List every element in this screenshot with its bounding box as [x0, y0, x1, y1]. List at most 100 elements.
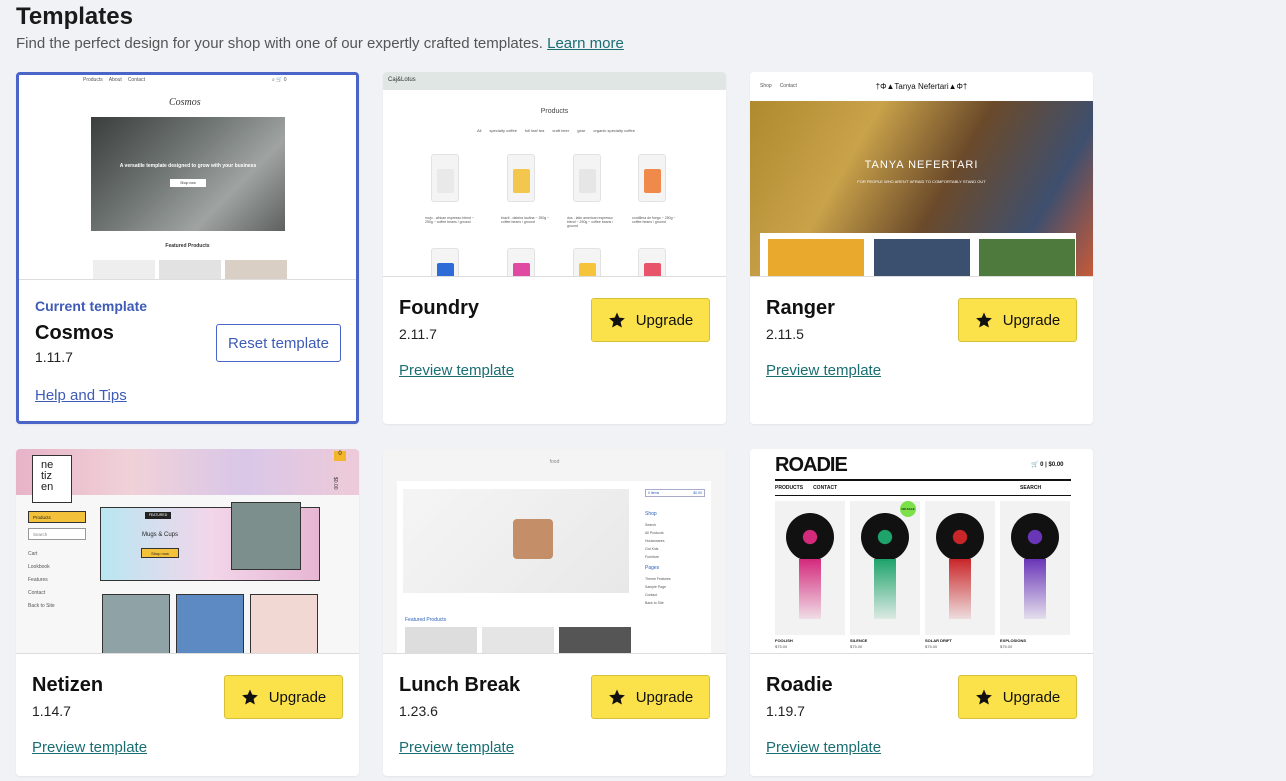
template-thumbnail-ranger[interactable]: Shop Contact †Φ▲Tanya Nefertari▲Φ† TANYA…: [750, 72, 1093, 277]
thumb-product-image: [874, 239, 970, 276]
upgrade-label: Upgrade: [1002, 688, 1061, 706]
thumb-cart-label: 0 | $0.00: [1040, 462, 1064, 468]
thumb-product-bag: [507, 154, 535, 202]
template-thumbnail-lunch-break[interactable]: food Featured Products 0 items $0.00 Sho…: [383, 449, 726, 654]
thumb-search-icon: ⌕ 🛒 0: [272, 77, 287, 83]
template-card-roadie: ROADIE 🛒 0 | $0.00 PRODUCTS CONTACT SEAR…: [750, 449, 1093, 776]
thumb-product-image: [93, 260, 155, 279]
thumb-nav-item: About: [108, 77, 122, 83]
thumb-product-bag: [638, 154, 666, 202]
thumb-side-link: Furniture: [645, 555, 660, 559]
template-thumbnail-cosmos[interactable]: Products About Contact ⌕ 🛒 0 Cosmos A ve…: [19, 75, 356, 280]
thumb-search: Search: [28, 528, 86, 540]
thumb-product-name: SILENCE: [850, 638, 868, 643]
thumb-product-bag: [573, 154, 601, 202]
template-thumbnail-netizen[interactable]: ne tiz en 0 $0.00 Products Search Cart L…: [16, 449, 359, 654]
thumb-caption: mojo - african espresso blend ~ 250g ~ c…: [425, 216, 474, 224]
thumb-product-price: $75.00: [925, 644, 938, 649]
thumb-side-link: Got Kids: [645, 547, 659, 551]
template-version: 1.11.7: [35, 349, 73, 365]
thumb-heading: Products: [540, 108, 569, 115]
thumb-hero-text: A versatile template designed to grow wi…: [119, 163, 257, 169]
template-card-netizen: ne tiz en 0 $0.00 Products Search Cart L…: [16, 449, 359, 776]
thumb-menu-item: Lookbook: [28, 564, 50, 570]
template-card-lunch-break: food Featured Products 0 items $0.00 Sho…: [383, 449, 726, 776]
thumb-search: SEARCH: [1020, 485, 1042, 491]
thumb-filter: organic specialty coffee: [593, 128, 635, 133]
thumb-product-price: $75.00: [775, 644, 788, 649]
upgrade-button[interactable]: Upgrade: [591, 298, 710, 342]
upgrade-label: Upgrade: [1002, 311, 1061, 329]
preview-template-link[interactable]: Preview template: [766, 739, 881, 756]
thumb-hero-button: Shop now: [141, 548, 179, 558]
star-icon: [975, 689, 992, 705]
template-card-cosmos: Products About Contact ⌕ 🛒 0 Cosmos A ve…: [16, 72, 359, 424]
thumb-logo: †Φ▲Tanya Nefertari▲Φ†: [875, 82, 968, 91]
thumb-page: Featured Products 0 items $0.00 Shop Sea…: [397, 481, 711, 653]
thumb-cart-price: $0.00: [693, 491, 702, 495]
preview-template-link[interactable]: Preview template: [399, 362, 514, 379]
template-name: Cosmos: [35, 322, 114, 344]
template-thumbnail-foundry[interactable]: Caj&Lotus Products All specialty coffee …: [383, 72, 726, 277]
thumb-menu-item: Back to Site: [28, 603, 55, 609]
thumb-hero-title: Mugs & Cups: [141, 532, 178, 538]
thumb-product-price: $75.00: [850, 644, 863, 649]
thumb-side-link: Search: [645, 523, 657, 527]
paint-drip: [949, 559, 971, 619]
thumb-filter: All: [477, 128, 482, 133]
subtitle-text: Find the perfect design for your shop wi…: [16, 35, 543, 52]
thumb-product-image: [159, 260, 221, 279]
thumb-product-image: [225, 260, 287, 279]
thumb-page-link: Back to Site: [645, 601, 664, 605]
thumb-hero-image: [403, 489, 629, 593]
current-template-label: Current template: [35, 298, 148, 314]
upgrade-button[interactable]: Upgrade: [958, 675, 1077, 719]
learn-more-link[interactable]: Learn more: [547, 35, 624, 52]
thumb-product-image: [559, 627, 631, 653]
preview-template-link[interactable]: Preview template: [399, 739, 514, 756]
thumb-section-title: Featured Products: [165, 243, 210, 249]
thumb-product-image: [250, 594, 318, 653]
template-name: Roadie: [766, 674, 833, 696]
star-icon: [608, 689, 625, 705]
thumb-logo: ROADIE: [775, 454, 848, 476]
thumb-side-shop: Shop: [645, 511, 657, 517]
template-thumbnail-roadie[interactable]: ROADIE 🛒 0 | $0.00 PRODUCTS CONTACT SEAR…: [750, 449, 1093, 654]
thumb-product-bag: [638, 248, 666, 276]
reset-template-button[interactable]: Reset template: [216, 324, 341, 362]
template-name: Ranger: [766, 297, 835, 319]
thumb-product-price: $75.00: [1000, 644, 1013, 649]
thumb-logo-line: en: [41, 481, 54, 493]
vinyl-record: [1011, 513, 1059, 561]
star-icon: [241, 689, 258, 705]
thumb-logo: food: [549, 459, 560, 465]
thumb-filter: specialty coffee: [489, 128, 517, 133]
thumb-product-image: [176, 594, 244, 653]
thumb-divider: [775, 479, 1071, 481]
thumb-product-image: [775, 501, 845, 635]
thumb-product-image: [405, 627, 477, 653]
thumb-product-image: [768, 239, 864, 276]
thumb-products-strip: [760, 233, 1076, 276]
thumb-hero-object: [513, 519, 553, 559]
thumb-product-name: EXPLOSIONS: [1000, 638, 1027, 643]
thumb-caption: brazil - dateira lautina ~ 250g ~ coffee…: [501, 216, 550, 224]
help-and-tips-link[interactable]: Help and Tips: [35, 387, 127, 404]
thumb-product-bag: [431, 248, 459, 276]
thumb-hero-button: Shop now: [170, 179, 206, 187]
upgrade-button[interactable]: Upgrade: [224, 675, 343, 719]
template-name: Lunch Break: [399, 674, 521, 696]
thumb-page-link: Theme Features: [645, 577, 671, 581]
thumb-product-name: FOOLISH: [775, 638, 793, 643]
preview-template-link[interactable]: Preview template: [32, 739, 147, 756]
thumb-header-bar: Caj&Lotus: [383, 72, 726, 90]
thumb-product-bag: [507, 248, 535, 276]
preview-template-link[interactable]: Preview template: [766, 362, 881, 379]
template-version: 1.19.7: [766, 703, 805, 719]
thumb-product-name: SOLAR DRIFT: [925, 638, 952, 643]
thumb-logo: Cosmos: [169, 97, 201, 108]
template-card-foundry: Caj&Lotus Products All specialty coffee …: [383, 72, 726, 424]
upgrade-button[interactable]: Upgrade: [958, 298, 1077, 342]
upgrade-button[interactable]: Upgrade: [591, 675, 710, 719]
thumb-cart-label: 0 items: [648, 491, 660, 495]
